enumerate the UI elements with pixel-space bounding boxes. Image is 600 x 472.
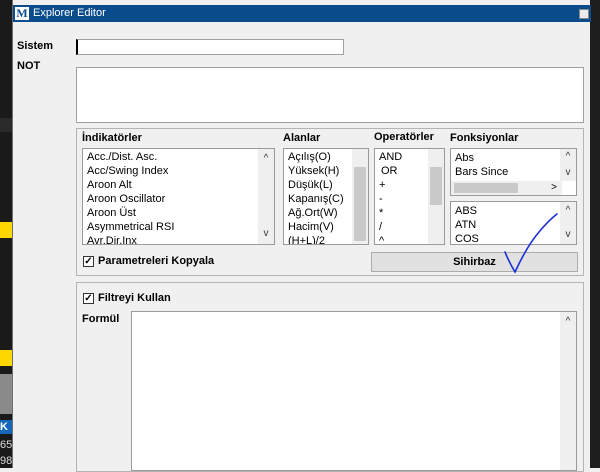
- background-yellow-mark: [0, 222, 12, 238]
- list-item[interactable]: (H+L)/2: [288, 234, 325, 244]
- sistem-label: Sistem: [17, 40, 54, 52]
- background-fragment: 98: [0, 455, 13, 467]
- indikatorler-listbox[interactable]: Acc./Dist. Asc. Acc/Swing Index Aroon Al…: [82, 148, 275, 245]
- scrollbar[interactable]: ^ v: [560, 149, 576, 181]
- background-fragment: 65: [0, 439, 13, 451]
- scrollbar[interactable]: ^: [560, 312, 576, 470]
- formul-label: Formül: [82, 313, 120, 325]
- list-item[interactable]: /: [379, 220, 382, 234]
- scrollbar[interactable]: [352, 149, 368, 244]
- scroll-up-icon[interactable]: ^: [258, 151, 274, 167]
- handwritten-checkmark-annotation: [504, 213, 558, 274]
- fonksiyonlar-label: Fonksiyonlar: [450, 132, 519, 144]
- background-left-strip: K 65 98: [0, 0, 12, 468]
- list-item[interactable]: ^: [379, 234, 384, 244]
- scroll-thumb[interactable]: [430, 167, 442, 205]
- scroll-up-icon[interactable]: ^: [560, 149, 576, 165]
- list-item[interactable]: +: [379, 178, 385, 192]
- background-yellow-mark: [0, 350, 12, 366]
- scroll-up-icon[interactable]: ^: [560, 314, 576, 330]
- list-item[interactable]: COS: [455, 232, 479, 244]
- alanlar-label: Alanlar: [283, 132, 321, 144]
- close-icon[interactable]: [579, 9, 589, 19]
- list-item[interactable]: AND: [379, 150, 402, 164]
- scroll-right-icon[interactable]: >: [547, 181, 561, 195]
- list-item[interactable]: Aroon Oscillator: [87, 192, 165, 206]
- operatorler-label: Operatörler: [374, 131, 434, 143]
- list-item[interactable]: Acc./Dist. Asc.: [87, 150, 157, 164]
- list-item[interactable]: Asymmetrical RSI: [87, 220, 174, 234]
- window-title: Explorer Editor: [33, 7, 106, 19]
- sistem-input[interactable]: [76, 39, 344, 55]
- list-item[interactable]: Acc/Swing Index: [87, 164, 168, 178]
- list-item[interactable]: Bars Since: [455, 165, 508, 179]
- list-item[interactable]: Ağ.Ort(W): [288, 206, 338, 220]
- list-item[interactable]: ATN: [455, 218, 476, 232]
- list-item[interactable]: Açılış(O): [288, 150, 331, 164]
- list-item[interactable]: Yüksek(H): [288, 164, 339, 178]
- scroll-thumb[interactable]: [454, 183, 518, 193]
- title-bar[interactable]: M Explorer Editor: [13, 5, 591, 22]
- list-item[interactable]: OR: [381, 164, 398, 178]
- parametreleri-kopyala-label: Parametreleri Kopyala: [98, 255, 215, 267]
- not-label: NOT: [17, 60, 41, 72]
- operatorler-listbox[interactable]: AND OR + - * / ^: [374, 148, 445, 245]
- background-right-strip: [590, 0, 600, 468]
- list-item[interactable]: Aroon Alt: [87, 178, 132, 192]
- list-item[interactable]: Hacim(V): [288, 220, 334, 234]
- horizontal-scrollbar[interactable]: >: [451, 181, 562, 195]
- scrollbar[interactable]: [428, 149, 444, 244]
- list-item[interactable]: Kapanış(C): [288, 192, 344, 206]
- scroll-down-icon[interactable]: v: [258, 226, 274, 242]
- list-item[interactable]: Abs: [455, 151, 474, 165]
- parametreleri-kopyala-checkbox[interactable]: ✓: [83, 256, 94, 267]
- scrollbar[interactable]: ^ v: [258, 149, 274, 244]
- background-fragment: K: [0, 420, 12, 434]
- list-item[interactable]: ABS: [455, 204, 477, 218]
- scroll-down-icon[interactable]: v: [560, 165, 576, 181]
- formul-editor[interactable]: ^: [131, 311, 577, 471]
- explorer-editor-window: M Explorer Editor Sistem NOT İndikatörle…: [12, 0, 591, 472]
- list-item[interactable]: -: [379, 192, 383, 206]
- list-item[interactable]: Düşük(L): [288, 178, 333, 192]
- alanlar-listbox[interactable]: Açılış(O) Yüksek(H) Düşük(L) Kapanış(C) …: [283, 148, 369, 245]
- list-item[interactable]: Aroon Üst: [87, 206, 136, 220]
- filtreyi-kullan-checkbox[interactable]: ✓: [83, 293, 94, 304]
- indikatorler-label: İndikatörler: [82, 132, 142, 144]
- not-textarea[interactable]: [76, 67, 584, 123]
- fonksiyonlar-listbox[interactable]: Abs Bars Since ^ v >: [450, 148, 577, 196]
- list-item[interactable]: Avr.Dir.Inx: [87, 234, 137, 244]
- app-logo-icon: M: [15, 6, 29, 20]
- scroll-thumb[interactable]: [354, 167, 366, 241]
- filtreyi-kullan-label: Filtreyi Kullan: [98, 292, 171, 304]
- list-item[interactable]: *: [379, 206, 383, 220]
